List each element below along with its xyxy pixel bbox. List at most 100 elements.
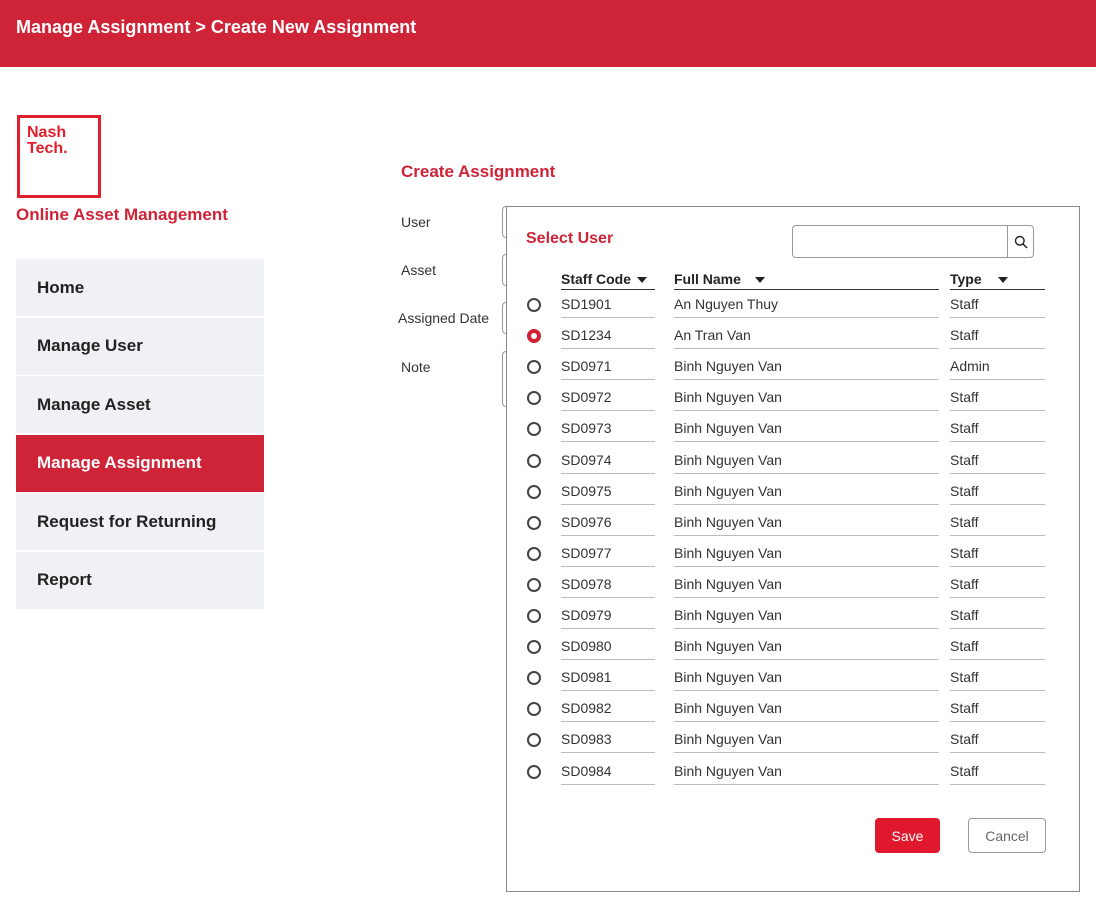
full-name-cell: Binh Nguyen Van: [674, 353, 939, 381]
search-button[interactable]: [1007, 226, 1033, 257]
type-cell: Staff: [950, 540, 1045, 567]
user-radio-button[interactable]: [527, 546, 541, 561]
user-radio-button[interactable]: [527, 484, 541, 499]
table-row[interactable]: SD0974 Binh Nguyen Van Staff: [507, 447, 1081, 478]
type-cell: Staff: [950, 509, 1045, 536]
full-name-cell: Binh Nguyen Van: [674, 415, 939, 443]
type-cell: Staff: [950, 447, 1045, 474]
type-cell: Staff: [950, 478, 1045, 505]
save-button[interactable]: Save: [875, 818, 940, 853]
full-name-cell: Binh Nguyen Van: [674, 509, 939, 536]
full-name-cell: An Nguyen Thuy: [674, 291, 939, 318]
sidebar-nav: Home Manage User Manage Asset Manage Assign…: [16, 259, 264, 610]
full-name-cell: Binh Nguyen Van: [674, 540, 939, 567]
staff-code-cell: SD0973: [561, 415, 655, 443]
cancel-button[interactable]: Cancel: [968, 818, 1046, 853]
table-row[interactable]: SD0976 Binh Nguyen Van Staff: [507, 509, 1081, 540]
type-cell: Staff: [950, 758, 1045, 785]
full-name-cell: An Tran Van: [674, 322, 939, 350]
column-header-full-name[interactable]: Full Name: [674, 268, 939, 290]
app-name: Online Asset Management: [16, 205, 228, 224]
user-radio-button[interactable]: [527, 640, 541, 655]
search-icon: [1014, 235, 1028, 249]
type-cell: Staff: [950, 415, 1045, 443]
table-row[interactable]: SD1901 An Nguyen Thuy Staff: [507, 291, 1081, 322]
table-row[interactable]: SD1234 An Tran Van Staff: [507, 322, 1081, 353]
table-row[interactable]: SD0978 Binh Nguyen Van Staff: [507, 571, 1081, 602]
user-radio-button[interactable]: [527, 360, 541, 375]
staff-code-cell: SD0972: [561, 384, 655, 412]
staff-code-cell: SD1901: [561, 291, 655, 318]
staff-code-cell: SD0980: [561, 633, 655, 661]
staff-code-cell: SD1234: [561, 322, 655, 350]
user-radio-button[interactable]: [527, 671, 541, 686]
breadcrumb: Manage Assignment > Create New Assignmen…: [16, 17, 417, 37]
top-header-bar: Manage Assignment > Create New Assignmen…: [0, 0, 1096, 67]
type-cell: Staff: [950, 664, 1045, 692]
full-name-cell: Binh Nguyen Van: [674, 478, 939, 505]
user-radio-button[interactable]: [527, 453, 541, 468]
full-name-cell: Binh Nguyen Van: [674, 384, 939, 412]
assigned-date-label: Assigned Date: [398, 310, 490, 326]
full-name-cell: Binh Nguyen Van: [674, 726, 939, 754]
table-row[interactable]: SD0983 Binh Nguyen Van Staff: [507, 726, 1081, 757]
column-header-staff-code[interactable]: Staff Code: [561, 268, 655, 290]
sort-caret-icon: [637, 276, 647, 283]
staff-code-cell: SD0979: [561, 602, 655, 629]
staff-code-cell: SD0981: [561, 664, 655, 692]
search-box: [792, 225, 1034, 258]
staff-code-cell: SD0983: [561, 726, 655, 754]
table-row[interactable]: SD0971 Binh Nguyen Van Admin: [507, 353, 1081, 384]
table-row[interactable]: SD0977 Binh Nguyen Van Staff: [507, 540, 1081, 571]
user-radio-button[interactable]: [527, 298, 541, 312]
staff-code-cell: SD0971: [561, 353, 655, 381]
table-row[interactable]: SD0975 Binh Nguyen Van Staff: [507, 478, 1081, 509]
user-radio-button[interactable]: [527, 422, 541, 437]
table-row[interactable]: SD0980 Binh Nguyen Van Staff: [507, 633, 1081, 664]
staff-code-cell: SD0977: [561, 540, 655, 567]
logo-text: Nash Tech.: [27, 124, 68, 157]
user-radio-button[interactable]: [527, 515, 541, 530]
type-cell: Staff: [950, 633, 1045, 661]
user-radio-button[interactable]: [527, 329, 541, 344]
user-radio-button[interactable]: [527, 391, 541, 406]
search-input[interactable]: [793, 226, 1007, 257]
user-radio-button[interactable]: [527, 577, 541, 592]
table-row[interactable]: SD0982 Binh Nguyen Van Staff: [507, 695, 1081, 726]
full-name-cell: Binh Nguyen Van: [674, 447, 939, 474]
full-name-cell: Binh Nguyen Van: [674, 695, 939, 723]
staff-code-cell: SD0984: [561, 758, 655, 785]
type-cell: Staff: [950, 695, 1045, 723]
staff-code-cell: SD0975: [561, 478, 655, 505]
full-name-cell: Binh Nguyen Van: [674, 633, 939, 661]
sidebar-item-home[interactable]: Home: [16, 259, 264, 316]
sidebar-item-manage-user[interactable]: Manage User: [16, 317, 264, 375]
full-name-cell: Binh Nguyen Van: [674, 602, 939, 629]
sort-caret-icon: [754, 276, 765, 283]
user-radio-button[interactable]: [527, 733, 541, 748]
table-row[interactable]: SD0984 Binh Nguyen Van Staff: [507, 758, 1081, 789]
staff-code-cell: SD0976: [561, 509, 655, 536]
select-user-popup: Select User Staff Code Full Name Type SD…: [506, 206, 1080, 892]
user-label: User: [401, 214, 431, 230]
sidebar-item-manage-assignment[interactable]: Manage Assignment: [16, 434, 264, 492]
popup-title: Select User: [526, 230, 614, 247]
table-row[interactable]: SD0973 Binh Nguyen Van Staff: [507, 415, 1081, 446]
column-header-type[interactable]: Type: [950, 268, 1045, 290]
user-radio-button[interactable]: [527, 764, 541, 779]
user-radio-button[interactable]: [527, 609, 541, 623]
sidebar-item-report[interactable]: Report: [16, 551, 264, 609]
type-cell: Staff: [950, 602, 1045, 629]
staff-code-cell: SD0982: [561, 695, 655, 723]
staff-code-cell: SD0978: [561, 571, 655, 598]
type-cell: Staff: [950, 322, 1045, 350]
staff-code-cell: SD0974: [561, 447, 655, 474]
table-row[interactable]: SD0981 Binh Nguyen Van Staff: [507, 664, 1081, 695]
type-cell: Admin: [950, 353, 1045, 381]
table-row[interactable]: SD0972 Binh Nguyen Van Staff: [507, 384, 1081, 415]
table-row[interactable]: SD0979 Binh Nguyen Van Staff: [507, 602, 1081, 633]
full-name-cell: Binh Nguyen Van: [674, 758, 939, 785]
sidebar-item-manage-asset[interactable]: Manage Asset: [16, 376, 264, 433]
sidebar-item-request-for-returning[interactable]: Request for Returning: [16, 493, 264, 550]
user-radio-button[interactable]: [527, 702, 541, 717]
